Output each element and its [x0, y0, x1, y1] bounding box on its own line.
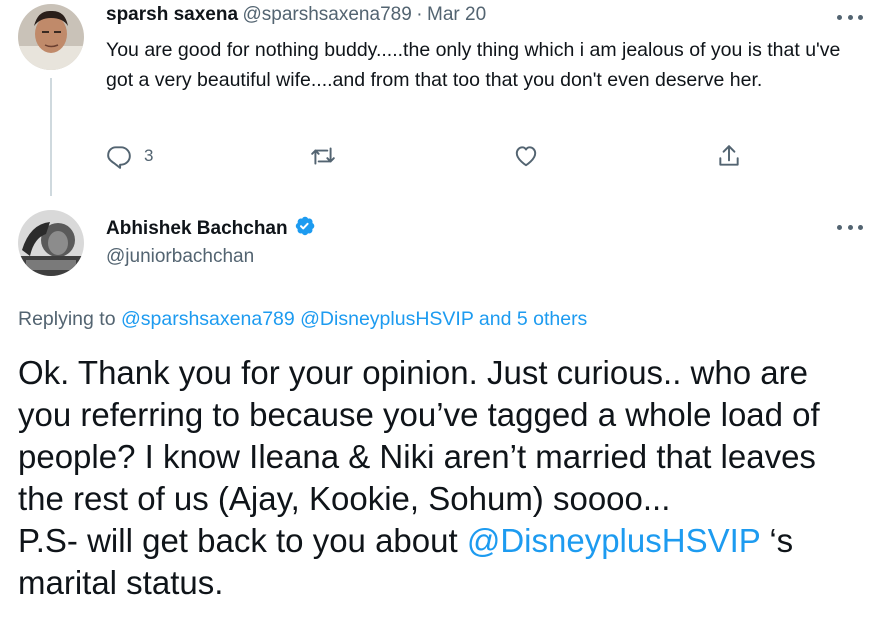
- more-icon[interactable]: [837, 222, 863, 232]
- main-tweet-line: P.S- will get back to you about @Disneyp…: [18, 520, 863, 562]
- reply-tweet-text: You are good for nothing buddy.....the o…: [106, 39, 841, 91]
- reply-action[interactable]: 3: [106, 143, 153, 169]
- reply-date[interactable]: Mar 20: [427, 4, 486, 25]
- reply-tweet-header: sparsh saxena @sparshsaxena789 · Mar 20: [106, 4, 486, 26]
- more-icon[interactable]: [837, 12, 863, 22]
- main-tweet-text-fragment: ‘s: [760, 522, 794, 559]
- avatar-abhishek[interactable]: [18, 210, 84, 276]
- retweet-action[interactable]: [310, 143, 336, 169]
- verified-badge-icon: [295, 216, 314, 236]
- main-tweet-text-fragment: P.S- will get back to you about: [18, 522, 467, 559]
- retweet-icon: [311, 147, 335, 165]
- avatar-sparsh[interactable]: [18, 4, 84, 70]
- share-icon: [719, 145, 739, 166]
- main-tweet-line: people? I know Ileana & Niki aren’t marr…: [18, 438, 816, 475]
- replying-to-label: Replying to: [18, 308, 116, 330]
- main-tweet-line: the rest of us (Ajay, Kookie, Sohum) soo…: [18, 480, 671, 517]
- main-tweet-line: marital status.: [18, 564, 224, 601]
- main-tweet-header: Abhishek Bachchan: [106, 214, 316, 240]
- main-tweet-line: Ok. Thank you for your opinion. Just cur…: [18, 354, 808, 391]
- mention-link[interactable]: @DisneyplusHSVIP: [467, 522, 760, 559]
- like-action[interactable]: [513, 143, 539, 169]
- share-action[interactable]: [716, 143, 742, 169]
- main-display-name[interactable]: Abhishek Bachchan: [106, 218, 288, 239]
- reply-icon: [107, 146, 131, 169]
- main-tweet-text: Ok. Thank you for your opinion. Just cur…: [18, 352, 863, 604]
- like-icon: [515, 146, 537, 167]
- reply-count: 3: [144, 146, 154, 165]
- replying-to-mentions[interactable]: @sparshsaxena789 @DisneyplusHSVIP and 5 …: [121, 308, 587, 330]
- main-handle[interactable]: @juniorbachchan: [106, 246, 254, 268]
- reply-handle[interactable]: @sparshsaxena789: [242, 4, 411, 25]
- main-tweet-line: you referring to because you’ve tagged a…: [18, 396, 820, 433]
- reply-display-name[interactable]: sparsh saxena: [106, 4, 238, 25]
- reply-separator: ·: [416, 4, 423, 25]
- thread-connector-line: [50, 78, 52, 196]
- replying-to-line: Replying to @sparshsaxena789 @Disneyplus…: [18, 308, 587, 331]
